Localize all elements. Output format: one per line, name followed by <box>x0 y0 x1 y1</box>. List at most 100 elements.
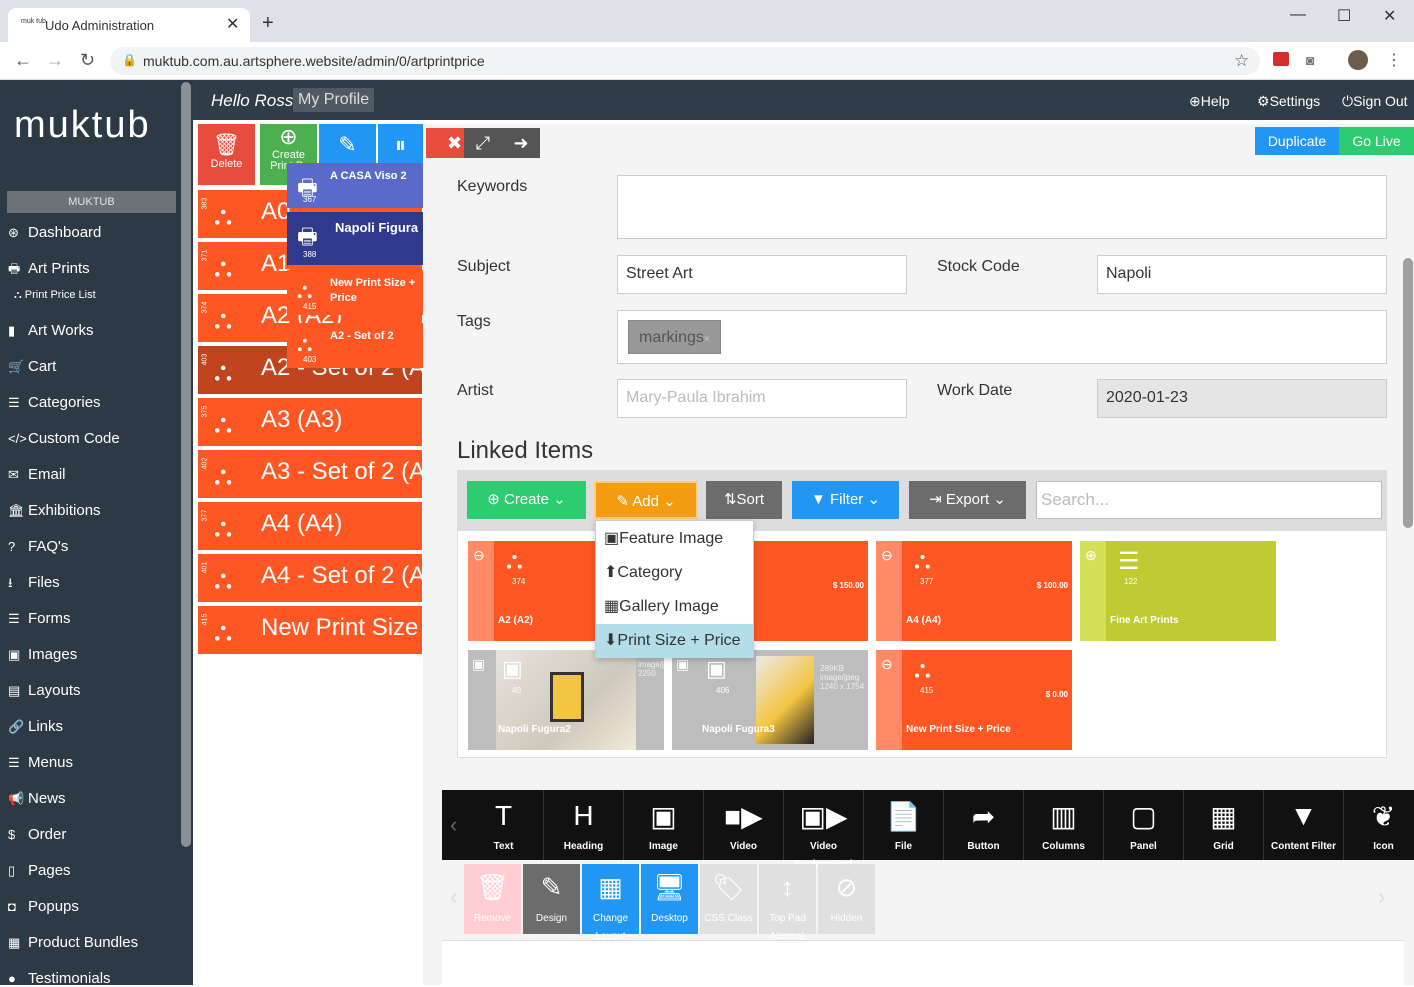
expand-icon[interactable]: ⤢ <box>464 128 502 158</box>
duplicate-button[interactable]: Duplicate <box>1255 127 1339 155</box>
logo[interactable]: muktub <box>14 104 151 147</box>
tool-file[interactable]: 📄 File <box>864 790 944 860</box>
work-date-field[interactable]: 2020-01-23 <box>1097 379 1387 418</box>
sidebar-item-product-bundles[interactable]: ▦ Product Bundles <box>8 934 138 951</box>
next-arrow-icon[interactable]: ➜ <box>502 128 540 158</box>
delete-button[interactable]: 🗑 Delete <box>198 124 255 185</box>
keywords-field[interactable] <box>617 175 1387 239</box>
tool-grid[interactable]: ▦ Grid <box>1184 790 1264 860</box>
sidebar-item-menus[interactable]: ☰ Menus <box>8 754 73 771</box>
linked-card[interactable]: ⊖ ⛬ 377 $ 100.00 A4 (A4) <box>876 541 1072 641</box>
search-input[interactable]: Search... <box>1036 481 1382 519</box>
style-hidden[interactable]: ⊘ Hidden <box>818 864 875 934</box>
style-change-layout[interactable]: ▦ Change Layout <box>582 864 639 942</box>
tag-chip[interactable]: markings× <box>628 320 721 354</box>
tab-close-icon[interactable]: ✕ <box>226 14 239 34</box>
sidebar-item-news[interactable]: 📢 News <box>8 790 66 807</box>
image-card[interactable]: ▣ ▣ 406 289KB image/jpeg 1240 x 1754 Nap… <box>672 650 868 750</box>
sidebar-item-layouts[interactable]: ▤ Layouts <box>8 682 81 699</box>
export-dropdown-button[interactable]: ⇥ Export ⌄ <box>909 481 1026 519</box>
sidebar-item-links[interactable]: 🔗 Links <box>8 718 63 735</box>
sign-out-link[interactable]: ⏻Sign Out <box>1342 93 1408 110</box>
tool-panel[interactable]: ▢ Panel <box>1104 790 1184 860</box>
create-dropdown-button[interactable]: ⊕ Create ⌄ <box>467 481 586 519</box>
sidebar-item-faq-s[interactable]: ? FAQ's <box>8 538 68 555</box>
popup-item[interactable]: ⛬ A2 - Set of 2 403 <box>287 323 428 368</box>
sidebar-item-custom-code[interactable]: </>Custom Code <box>8 430 120 447</box>
sidebar-item-art-works[interactable]: ▮ Art Works <box>8 322 94 339</box>
tool-button[interactable]: ➦ Button <box>944 790 1024 860</box>
sidebar-item-art-prints[interactable]: 🖶 Art Prints <box>8 260 90 282</box>
filter-dropdown-button[interactable]: ▼ Filter ⌄ <box>792 481 899 519</box>
add-dropdown-button[interactable]: ✎ Add ⌄ <box>594 481 698 519</box>
scroll-left-icon[interactable]: ‹ <box>450 884 457 910</box>
tool-columns[interactable]: ▥ Columns <box>1024 790 1104 860</box>
sidebar-item-order[interactable]: $ Order <box>8 826 66 843</box>
subject-field[interactable]: Street Art <box>617 255 907 294</box>
sidebar-item-forms[interactable]: ☰ Forms <box>8 610 71 627</box>
maximize-button[interactable]: ☐ <box>1337 6 1351 26</box>
dropdown-print-size-price[interactable]: ⬇Print Size + Price <box>596 624 753 658</box>
reload-icon[interactable]: ↻ <box>80 50 95 71</box>
list-item[interactable]: 401 ⛬ A4 - Set of 2 (A <box>198 554 422 602</box>
url-bar[interactable]: 🔒 muktub.com.au.artsphere.website/admin/… <box>110 47 1260 75</box>
dropdown-gallery-image[interactable]: ▦Gallery Image <box>596 590 753 624</box>
tool-content-filter[interactable]: ▼ Content Filter <box>1264 790 1344 860</box>
sidebar-item-categories[interactable]: ☰ Categories <box>8 394 101 411</box>
sidebar-item-dashboard[interactable]: ⊛ Dashboard <box>8 224 101 241</box>
down-arrow-icon[interactable]: ⊖ <box>881 547 893 564</box>
list-item[interactable]: 375 ⛬ A3 (A3) <box>198 398 422 446</box>
tags-field[interactable] <box>617 310 1387 364</box>
style-remove[interactable]: 🗑 Remove <box>464 864 521 934</box>
avatar[interactable] <box>1348 50 1368 70</box>
artist-field[interactable]: Mary-Paula Ibrahim <box>617 379 907 418</box>
sidebar-item-exhibitions[interactable]: 🏛 Exhibitions <box>8 502 101 519</box>
help-link[interactable]: ⊕Help <box>1189 93 1230 110</box>
minimize-button[interactable]: — <box>1290 6 1306 24</box>
builder-canvas[interactable] <box>442 940 1404 985</box>
sort-button[interactable]: ⇅Sort <box>706 481 782 519</box>
style-top-pad-normal[interactable]: ↕ Top Pad Normal <box>759 864 816 942</box>
sidebar-item-email[interactable]: ✉ Email <box>8 466 66 483</box>
list-item[interactable]: 415 ⛬ New Print Size <box>198 606 422 654</box>
sidebar-item-images[interactable]: ▣ Images <box>8 646 77 663</box>
forward-icon[interactable]: → <box>46 50 64 71</box>
sidebar-item-testimonials[interactable]: ● Testimonials <box>8 970 111 987</box>
go-live-button[interactable]: Go Live <box>1339 127 1414 155</box>
extension-icon[interactable] <box>1273 52 1289 66</box>
tool-image[interactable]: ▣ Image <box>624 790 704 860</box>
tag-remove-icon[interactable]: × <box>704 334 710 345</box>
style-css-class[interactable]: 🏷 CSS Class <box>700 864 757 934</box>
my-profile-link[interactable]: My Profile <box>293 88 375 112</box>
style-desktop[interactable]: 🖥 Desktop <box>641 864 698 934</box>
list-item[interactable]: 377 ⛬ A4 (A4) <box>198 502 422 550</box>
stock-code-field[interactable]: Napoli <box>1097 255 1387 294</box>
list-item[interactable]: 402 ⛬ A3 - Set of 2 (A <box>198 450 422 498</box>
tool-heading[interactable]: H Heading <box>544 790 624 860</box>
popup-item[interactable]: 🖶 A CASA Viso 2 367 <box>287 163 428 208</box>
sidebar-item-pages[interactable]: ▯ Pages <box>8 862 71 879</box>
down-arrow-icon[interactable]: ⊖ <box>473 547 485 564</box>
up-arrow-icon[interactable]: ⊕ <box>1085 547 1097 564</box>
style-design[interactable]: ✎ Design <box>523 864 580 934</box>
close-window-button[interactable]: ✕ <box>1383 6 1396 26</box>
tool-text[interactable]: T Text <box>464 790 544 860</box>
sidebar-item-popups[interactable]: ◘ Popups <box>8 898 79 915</box>
camera-icon[interactable]: ◙ <box>1306 52 1314 68</box>
tool-icon[interactable]: ❦ Icon <box>1344 790 1414 860</box>
settings-link[interactable]: ⚙Settings <box>1257 93 1320 110</box>
back-icon[interactable]: ← <box>14 50 32 71</box>
sidebar-item-files[interactable]: ⭳ Files <box>8 574 60 596</box>
popup-item[interactable]: ⛬ New Print Size + Price 415 <box>287 270 428 315</box>
scroll-right-icon[interactable]: › <box>1378 884 1385 910</box>
dropdown-category[interactable]: ⬆Category <box>596 556 753 590</box>
sidebar-item-cart[interactable]: 🛒 Cart <box>8 358 56 375</box>
main-scrollbar[interactable] <box>1403 258 1413 528</box>
new-tab-button[interactable]: + <box>262 12 274 35</box>
tool-video-background[interactable]: ▣▶Video Background <box>784 790 864 870</box>
tool-video[interactable]: ■▶ Video <box>704 790 784 860</box>
sidebar-subitem-print-price-list[interactable]: ⛬ Print Price List <box>14 289 96 302</box>
menu-dots-icon[interactable]: ⋮ <box>1386 50 1402 70</box>
dropdown-feature-image[interactable]: ▣Feature Image <box>596 522 753 556</box>
sidebar-scrollbar[interactable] <box>181 82 191 847</box>
